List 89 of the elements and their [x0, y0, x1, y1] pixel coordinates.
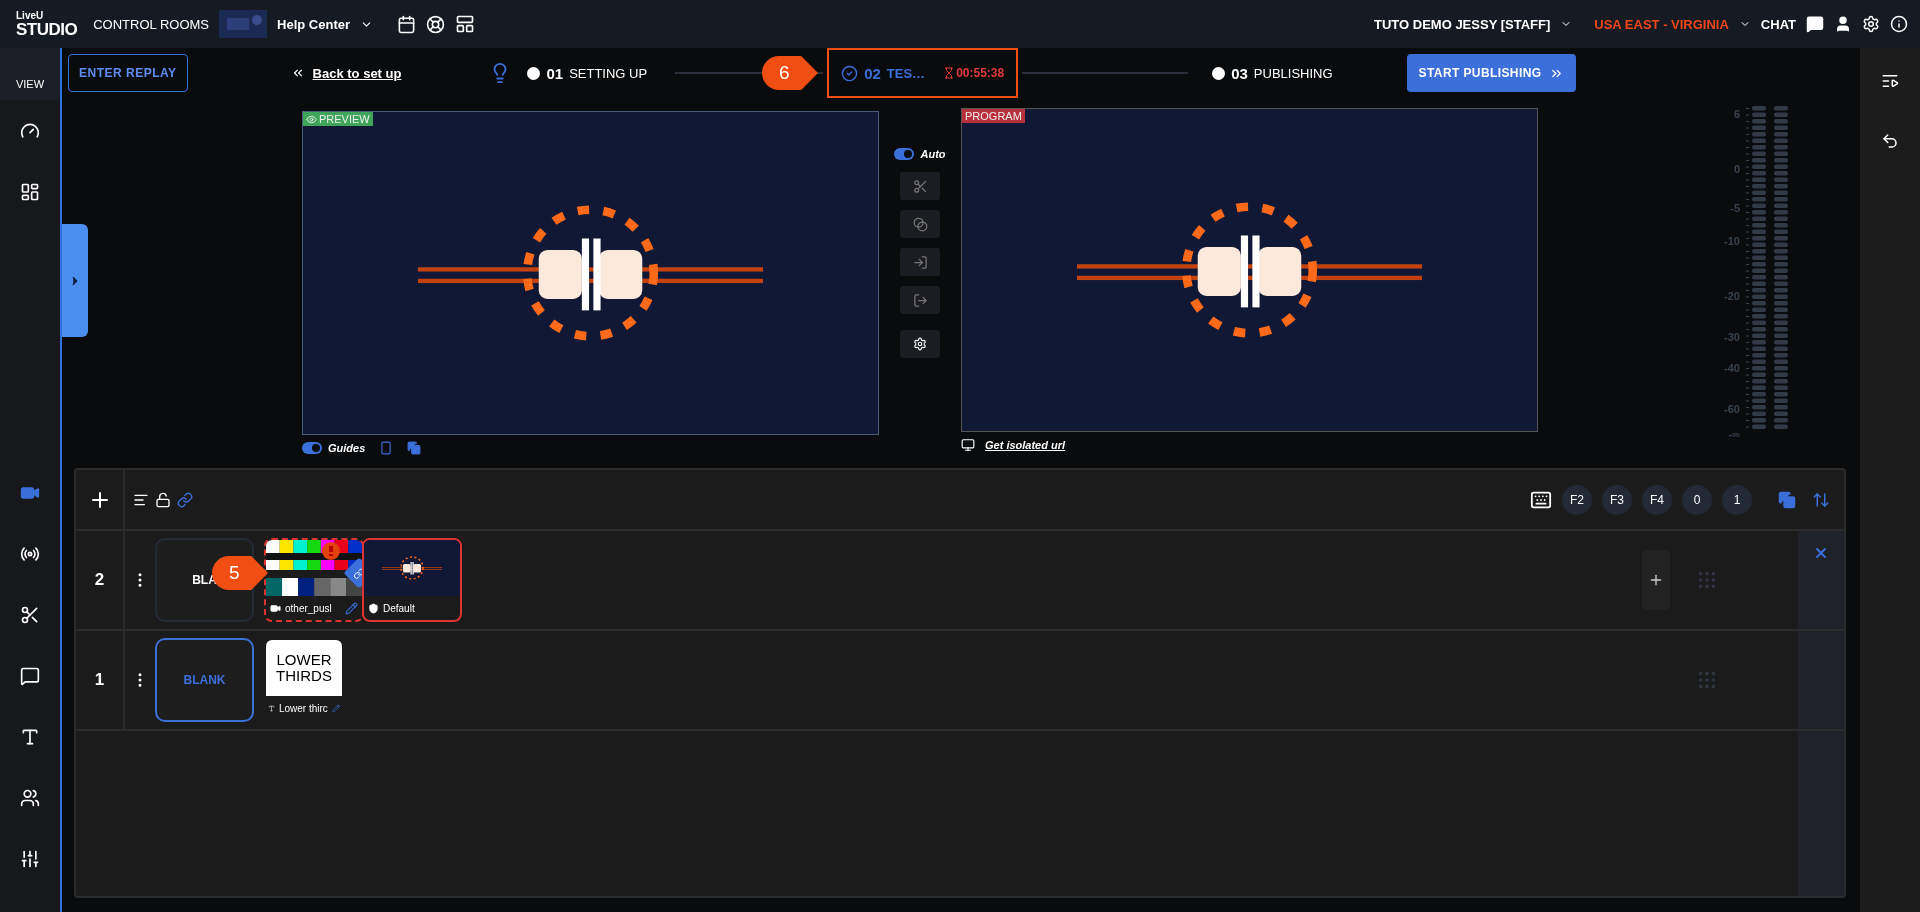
hotkey-button[interactable]: 0: [1682, 484, 1712, 515]
arrow-into-box-icon: [912, 254, 928, 270]
meter-scale-label: -40: [1724, 362, 1740, 374]
blank-label: BLANK: [183, 673, 226, 687]
drag-handle-icon[interactable]: [1696, 669, 1718, 691]
step-label: PUBLISHING: [1253, 65, 1333, 81]
meter-scale-label: 0: [1733, 163, 1740, 175]
step-number: 03: [1231, 64, 1248, 82]
hotkey-button[interactable]: 1: [1722, 484, 1752, 515]
meter-scale-label: -20: [1724, 290, 1740, 302]
chat-icon[interactable]: [1806, 15, 1824, 33]
settings-button[interactable]: [900, 330, 940, 358]
layer-number: 2: [94, 570, 105, 590]
source-name: other_pusl: [285, 602, 332, 614]
user-menu[interactable]: TUTO DEMO JESSY [STAFF]: [1374, 16, 1551, 32]
meter-scale-label: -∞: [1728, 428, 1740, 440]
sliders-icon[interactable]: [20, 848, 40, 869]
user-icon[interactable]: [1834, 15, 1852, 33]
users-icon[interactable]: [20, 787, 40, 808]
enter-replay-button[interactable]: ENTER REPLAY: [68, 54, 188, 92]
link-icon: [353, 567, 365, 579]
meter-scale-label: -30: [1724, 331, 1740, 343]
overlapping-circles-icon: [912, 216, 928, 232]
logo: LiveU: [16, 10, 45, 21]
thumbnail-text: LOWER THIRDS: [275, 652, 333, 684]
logo: STUDIO: [16, 20, 78, 38]
lifebuoy-icon[interactable]: [426, 14, 445, 34]
scissors-icon: [912, 178, 928, 194]
pencil-icon[interactable]: [345, 601, 358, 615]
preview-badge: PREVIEW: [303, 112, 373, 126]
settings-icon: [913, 337, 927, 351]
message-icon[interactable]: [20, 665, 40, 686]
hotkey-button[interactable]: F3: [1602, 484, 1632, 515]
step-number: 01: [546, 64, 564, 82]
view-label: VIEW: [15, 78, 45, 90]
hourglass-icon: [943, 67, 956, 79]
video-camera-icon: [270, 602, 281, 614]
step-label: TES…: [886, 65, 926, 81]
nav-link[interactable]: CONTROL ROOMS: [93, 16, 210, 32]
resize-icon[interactable]: [1812, 490, 1830, 509]
dashboard-icon[interactable]: [20, 181, 40, 202]
undo-icon[interactable]: [1881, 132, 1899, 150]
guides-toggle[interactable]: [302, 442, 322, 454]
hotkey-button[interactable]: F4: [1642, 484, 1672, 515]
hotkey-button[interactable]: F2: [1562, 484, 1592, 515]
close-icon[interactable]: [1813, 545, 1829, 561]
room-selector[interactable]: Help Center: [277, 16, 350, 32]
copy-icon[interactable]: [1778, 490, 1796, 509]
graphic-name: Lower thirc: [278, 702, 328, 714]
overlay-name: Default: [383, 602, 415, 614]
back-link[interactable]: Back to set up: [312, 65, 402, 81]
plus-icon: [1648, 572, 1664, 588]
shield-icon: [368, 602, 379, 614]
start-publishing-button[interactable]: START PUBLISHING: [1406, 54, 1577, 92]
settings-icon[interactable]: [1862, 15, 1880, 33]
blank-tile[interactable]: BLANK: [155, 638, 254, 722]
mix-button[interactable]: [900, 210, 940, 238]
auto-label: Auto: [920, 148, 946, 160]
meter-scale-label: 6: [1733, 108, 1740, 120]
cut-button[interactable]: [900, 172, 940, 200]
region-menu[interactable]: USA EAST - VIRGINIA: [1594, 16, 1729, 32]
isolated-url-link[interactable]: Get isolated url: [985, 439, 1066, 451]
layer-number: 1: [94, 670, 105, 690]
link-icon[interactable]: [177, 491, 193, 508]
calendar-icon[interactable]: [397, 14, 416, 34]
step-label: SETTING UP: [569, 65, 648, 81]
meter-scale-label: -5: [1730, 202, 1740, 214]
guides-label: Guides: [328, 442, 366, 454]
overlay-card[interactable]: Default: [362, 538, 462, 622]
layout-icon[interactable]: [455, 14, 475, 34]
copy-icon[interactable]: [407, 441, 422, 455]
wipe-out-button[interactable]: [900, 286, 940, 314]
monitor-icon: [961, 438, 975, 452]
wipe-in-button[interactable]: [900, 248, 940, 276]
drag-handle-icon[interactable]: [1696, 569, 1718, 591]
info-icon[interactable]: [1890, 15, 1908, 33]
add-source-button[interactable]: [1642, 550, 1670, 610]
auto-toggle[interactable]: [894, 148, 915, 160]
step-number: 02: [864, 64, 881, 82]
list-icon[interactable]: [1881, 72, 1899, 90]
callout-pin: 6: [762, 56, 818, 90]
unlock-icon[interactable]: [155, 491, 171, 508]
program-badge: PROGRAM: [962, 109, 1025, 123]
timer: 00:55:38: [956, 66, 1005, 80]
chat-link[interactable]: CHAT: [1760, 16, 1796, 32]
scissors-icon[interactable]: [20, 604, 40, 625]
meter-scale-label: -60: [1724, 403, 1740, 415]
phone-icon[interactable]: [379, 441, 394, 455]
meter-scale-label: -10: [1724, 235, 1740, 247]
